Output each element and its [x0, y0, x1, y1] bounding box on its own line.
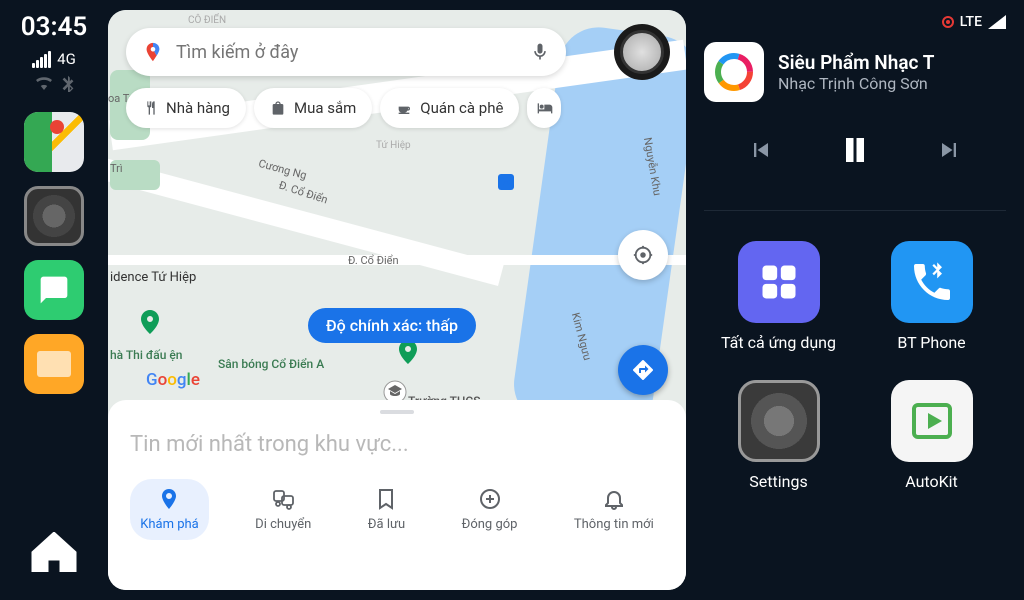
app-label: AutoKit [905, 472, 958, 491]
road-label: CÔ ĐIỂN [188, 15, 226, 26]
media-card[interactable]: Siêu Phẩm Nhạc T Nhạc Trịnh Công Sơn [704, 42, 1006, 102]
app-autokit[interactable]: AutoKit [865, 380, 998, 491]
commute-icon [271, 487, 295, 511]
sidebar-app-settings[interactable] [24, 186, 84, 246]
apps-icon [738, 241, 820, 323]
gear-icon [738, 380, 820, 462]
app-label: Tất cả ứng dụng [721, 333, 836, 352]
search-input[interactable] [176, 42, 518, 63]
clock: 03:45 [21, 12, 88, 42]
tab-go[interactable]: Di chuyển [245, 479, 321, 540]
app-label: BT Phone [897, 333, 965, 352]
tab-label: Khám phá [140, 517, 199, 532]
record-icon [942, 16, 954, 28]
lte-label: LTE [960, 14, 982, 30]
restaurant-icon [142, 100, 158, 116]
home-button[interactable] [30, 532, 78, 572]
media-controls [704, 130, 1006, 170]
hotel-icon [537, 100, 553, 116]
google-logo: Google [146, 370, 200, 390]
signal-row: 4G [32, 50, 76, 68]
bus-stop-icon[interactable] [498, 174, 522, 198]
tab-label: Thông tin mới [574, 517, 654, 532]
mic-icon[interactable] [530, 42, 550, 62]
chip-label: Nhà hàng [166, 99, 230, 117]
category-chips: Nhà hàng Mua sắm Quán cà phê [126, 88, 561, 128]
directions-icon [631, 358, 655, 382]
news-heading: Tin mới nhất trong khu vực... [108, 432, 686, 457]
chip-label: Quán cà phê [420, 99, 503, 117]
chip-label: Mua sắm [294, 99, 356, 117]
tab-label: Đóng góp [462, 517, 518, 532]
road-label: Tứ Hiệp [376, 140, 411, 151]
sidebar-app-photos[interactable] [24, 334, 84, 394]
chip-shopping[interactable]: Mua sắm [254, 88, 372, 128]
profile-button[interactable] [614, 24, 670, 80]
my-location-button[interactable] [618, 230, 668, 280]
map-marker-icon[interactable] [396, 340, 420, 364]
shopping-icon [270, 100, 286, 116]
bottom-tabs: Khám phá Di chuyển Đã lưu Đóng góp Thông… [108, 479, 686, 540]
accuracy-badge: Độ chính xác: thấp [308, 308, 476, 343]
pause-button[interactable] [835, 130, 875, 170]
phone-bt-icon [891, 241, 973, 323]
tab-label: Di chuyển [255, 517, 311, 532]
explore-icon [157, 487, 181, 511]
directions-button[interactable] [618, 345, 668, 395]
coffee-icon [396, 100, 412, 116]
tab-updates[interactable]: Thông tin mới [564, 479, 664, 540]
wifi-bt-row [34, 74, 74, 92]
app-label: Settings [749, 472, 807, 491]
left-statusbar: 03:45 4G [0, 0, 108, 600]
drag-handle[interactable] [380, 410, 414, 414]
bottom-sheet[interactable]: Tin mới nhất trong khu vực... Khám phá D… [108, 400, 686, 590]
next-button[interactable] [933, 134, 965, 166]
cell-signal-icon [988, 15, 1006, 29]
chip-coffee[interactable]: Quán cà phê [380, 88, 519, 128]
right-panel: LTE Siêu Phẩm Nhạc T Nhạc Trịnh Công Sơn… [686, 0, 1024, 600]
map-marker-icon[interactable] [138, 310, 162, 334]
top-status-icons: LTE [704, 12, 1006, 32]
search-bar[interactable] [126, 28, 566, 76]
tab-saved[interactable]: Đã lưu [358, 479, 415, 540]
track-artist: Nhạc Trịnh Công Sơn [778, 74, 1006, 93]
app-bt-phone[interactable]: BT Phone [865, 241, 998, 352]
tab-contribute[interactable]: Đóng góp [452, 479, 528, 540]
plus-circle-icon [478, 487, 502, 511]
road-label: Đ. Cổ Điển [348, 254, 399, 267]
gmaps-pin-icon [142, 41, 164, 63]
app-settings[interactable]: Settings [712, 380, 845, 491]
app-all-apps[interactable]: Tất cả ứng dụng [712, 241, 845, 352]
sidebar-app-messages[interactable] [24, 260, 84, 320]
road-label: Trì [110, 162, 123, 175]
road-label: Đ. Cổ Điển [277, 179, 329, 207]
app-grid: Tất cả ứng dụng BT Phone Settings AutoKi… [704, 241, 1006, 491]
poi-label: hà Thi đấu ện [110, 348, 182, 362]
previous-button[interactable] [745, 134, 777, 166]
tab-explore[interactable]: Khám phá [130, 479, 209, 540]
poi-label: idence Tứ Hiệp [110, 270, 196, 285]
bookmark-icon [374, 487, 398, 511]
bell-icon [602, 487, 626, 511]
signal-bars-icon [32, 51, 51, 68]
album-art [704, 42, 764, 102]
wifi-icon [34, 74, 54, 90]
autokit-icon [891, 380, 973, 462]
track-title: Siêu Phẩm Nhạc T [778, 51, 1006, 74]
tab-label: Đã lưu [368, 517, 405, 532]
chip-restaurants[interactable]: Nhà hàng [126, 88, 246, 128]
crosshair-icon [632, 244, 654, 266]
chip-hotels[interactable] [527, 88, 561, 128]
sidebar-app-maps[interactable] [24, 112, 84, 172]
divider [704, 210, 1006, 211]
poi-label: Sân bóng Cổ Điển A [218, 357, 324, 371]
map-card: Đ. Cổ Điển Đ. Cổ Điển Cương Ng Nguyễn Kh… [108, 10, 686, 590]
bluetooth-icon [62, 74, 74, 92]
network-label: 4G [57, 50, 76, 68]
